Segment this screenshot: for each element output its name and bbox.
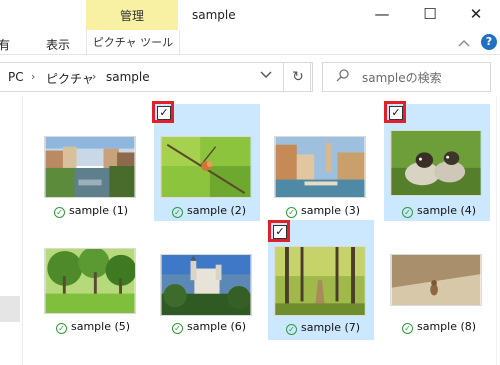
window-title: sample [192,8,236,22]
file-item-6[interactable]: ✓ sample (6) [154,240,260,340]
file-label-7: ✓ sample (7) [286,321,360,335]
file-label-5: ✓ sample (5) [56,320,130,334]
minimize-button[interactable]: — [372,4,392,24]
sync-status-icon: ✓ [286,324,297,335]
collapse-ribbon-icon[interactable] [458,36,470,51]
breadcrumb-pc[interactable]: PC [8,70,24,84]
tab-share[interactable]: 共有 [0,36,10,53]
sync-status-icon: ✓ [172,323,183,334]
breadcrumb-separator-icon[interactable]: › [31,70,35,83]
thumbnail-image [390,130,482,196]
breadcrumb-pictures[interactable]: ピクチャ [46,70,94,87]
file-item-3[interactable]: ✓ sample (3) [268,126,374,221]
item-checkbox-7[interactable]: ✓ [268,220,290,242]
item-checkbox-2[interactable]: ✓ [152,101,174,123]
search-placeholder: sampleの検索 [362,71,442,85]
close-button[interactable]: ✕ [466,4,486,24]
thumbnail-image [44,136,136,198]
file-item-5[interactable]: ✓ sample (5) [38,240,144,340]
refresh-button[interactable]: ↻ [283,62,313,92]
breadcrumb-sample[interactable]: sample [106,70,150,84]
sync-status-icon: ✓ [172,207,183,218]
maximize-button[interactable]: ☐ [420,4,440,24]
thumbnail-image [44,248,136,314]
ribbon-tab-bar [0,30,500,55]
thumbnail-image [274,246,366,316]
item-checkbox-4[interactable]: ✓ [384,101,406,123]
file-label-1: ✓ sample (1) [54,204,128,218]
file-label-4: ✓ sample (4) [402,204,476,218]
breadcrumb-separator-icon[interactable]: › [92,70,96,83]
manage-context-tab[interactable]: 管理 [86,0,178,30]
thumbnail-image [160,254,252,316]
thumbnail-image [274,136,366,198]
help-icon[interactable]: ? [481,34,497,50]
address-dropdown-icon[interactable] [260,68,272,82]
search-icon [336,68,350,86]
thumbnail-image [390,254,482,306]
tab-picture-tools[interactable]: ピクチャ ツール [86,30,180,54]
tab-view[interactable]: 表示 [46,36,70,53]
file-item-8[interactable]: ✓ sample (8) [384,240,490,340]
sync-status-icon: ✓ [402,207,413,218]
sync-status-icon: ✓ [56,323,67,334]
nav-pane-selected-item[interactable] [0,296,20,322]
file-item-1[interactable]: ✓ sample (1) [38,126,144,221]
sync-status-icon: ✓ [286,207,297,218]
thumbnail-image [160,136,252,198]
file-label-8: ✓ sample (8) [402,320,476,334]
sync-status-icon: ✓ [54,207,65,218]
file-label-2: ✓ sample (2) [172,204,246,218]
file-label-6: ✓ sample (6) [172,320,246,334]
scroll-edge [496,96,497,365]
file-label-3: ✓ sample (3) [286,204,360,218]
sync-status-icon: ✓ [402,323,413,334]
nav-pane-divider [22,96,23,365]
